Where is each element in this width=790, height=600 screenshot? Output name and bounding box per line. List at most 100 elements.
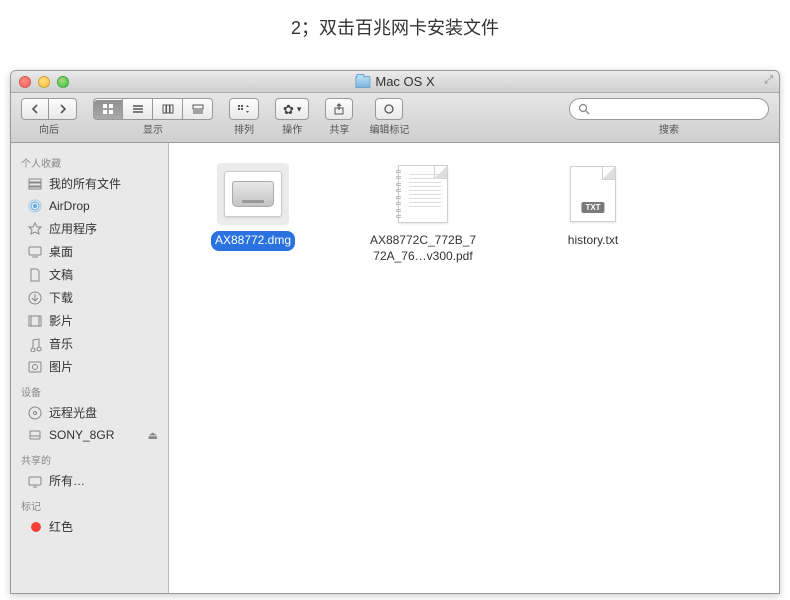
txt-badge: TXT bbox=[581, 202, 604, 213]
sidebar-item-label: SONY_8GR bbox=[49, 428, 114, 442]
downloads-icon bbox=[27, 290, 43, 306]
page-caption: 2；双击百兆网卡安装文件 bbox=[0, 0, 790, 56]
tag-red-icon bbox=[27, 519, 43, 535]
sidebar-section-title: 个人收藏 bbox=[11, 149, 168, 172]
view-coverflow-button[interactable] bbox=[183, 98, 213, 120]
sidebar-item-label: 影片 bbox=[49, 312, 73, 329]
sidebar-item-label: 下载 bbox=[49, 289, 73, 306]
txt-icon: TXT bbox=[570, 166, 616, 222]
sidebar-item-movies[interactable]: 影片 bbox=[11, 309, 168, 332]
file-item-pdf-file[interactable]: AX88772C_772B_772A_76…v300.pdf bbox=[363, 163, 483, 265]
file-name-label: history.txt bbox=[564, 231, 622, 251]
search-icon bbox=[578, 103, 590, 115]
sidebar-item-label: 图片 bbox=[49, 358, 73, 375]
remote-disc-icon bbox=[27, 405, 43, 421]
chevron-down-icon: ▾ bbox=[297, 105, 302, 114]
sidebar-item-desktop[interactable]: 桌面 bbox=[11, 240, 168, 263]
search-label: 搜索 bbox=[659, 121, 679, 136]
arrange-label: 排列 bbox=[234, 121, 254, 136]
applications-icon bbox=[27, 221, 43, 237]
sidebar-item-airdrop[interactable]: AirDrop bbox=[11, 195, 168, 217]
share-label: 共享 bbox=[329, 121, 349, 136]
pdf-icon bbox=[398, 165, 448, 223]
sidebar-item-all-my-files[interactable]: 我的所有文件 bbox=[11, 172, 168, 195]
all-my-files-icon bbox=[27, 176, 43, 192]
search-input[interactable] bbox=[595, 102, 760, 116]
view-list-button[interactable] bbox=[123, 98, 153, 120]
nav-label: 向后 bbox=[39, 121, 59, 136]
desktop-icon bbox=[27, 244, 43, 260]
zoom-icon[interactable] bbox=[57, 76, 69, 88]
sidebar-item-label: 红色 bbox=[49, 518, 73, 535]
view-icon-button[interactable] bbox=[93, 98, 123, 120]
search-box[interactable] bbox=[569, 98, 769, 120]
search-group: 搜索 bbox=[569, 98, 769, 136]
sidebar-item-all-shared[interactable]: 所有… bbox=[11, 469, 168, 492]
file-name-label: AX88772.dmg bbox=[211, 231, 295, 251]
window-title: Mac OS X bbox=[355, 74, 434, 89]
sidebar-item-tag-red[interactable]: 红色 bbox=[11, 515, 168, 538]
sidebar-section-title: 共享的 bbox=[11, 446, 168, 469]
movies-icon bbox=[27, 313, 43, 329]
folder-icon bbox=[355, 76, 370, 88]
sidebar-section-title: 设备 bbox=[11, 378, 168, 401]
tags-label: 编辑标记 bbox=[369, 121, 409, 136]
sidebar-item-label: 我的所有文件 bbox=[49, 175, 121, 192]
file-icon-wrap bbox=[387, 163, 459, 225]
tags-button[interactable] bbox=[375, 98, 403, 120]
tags-group: 编辑标记 bbox=[369, 98, 409, 136]
sidebar-item-label: 文稿 bbox=[49, 266, 73, 283]
file-icon-wrap: TXT bbox=[557, 163, 629, 225]
nav-group: 向后 bbox=[21, 98, 77, 136]
share-group: 共享 bbox=[325, 98, 353, 136]
gear-icon: ✿ bbox=[283, 103, 294, 116]
file-item-dmg-file[interactable]: AX88772.dmg bbox=[193, 163, 313, 251]
documents-icon bbox=[27, 267, 43, 283]
close-icon[interactable] bbox=[19, 76, 31, 88]
traffic-lights bbox=[19, 76, 69, 88]
sidebar-item-pictures[interactable]: 图片 bbox=[11, 355, 168, 378]
sidebar-item-sony-8gr[interactable]: SONY_8GR ⏏ bbox=[11, 424, 168, 446]
sidebar-item-music[interactable]: 音乐 bbox=[11, 332, 168, 355]
fullscreen-icon[interactable]: ⤢ bbox=[764, 74, 773, 87]
sidebar-item-label: 远程光盘 bbox=[49, 404, 97, 421]
toolbar: 向后 显示 bbox=[11, 93, 779, 143]
arrange-group: 排列 bbox=[229, 98, 259, 136]
music-icon bbox=[27, 336, 43, 352]
sidebar-item-label: 音乐 bbox=[49, 335, 73, 352]
back-button[interactable] bbox=[21, 98, 49, 120]
sidebar-item-downloads[interactable]: 下载 bbox=[11, 286, 168, 309]
sidebar-item-remote-disc[interactable]: 远程光盘 bbox=[11, 401, 168, 424]
file-icon-wrap bbox=[217, 163, 289, 225]
file-item-txt-file[interactable]: TXT history.txt bbox=[533, 163, 653, 251]
file-content-area[interactable]: AX88772.dmg AX88772C_772B_772A_76…v300.pd… bbox=[169, 143, 779, 593]
window-titlebar: Mac OS X ⤢ bbox=[11, 71, 779, 93]
airdrop-icon bbox=[27, 198, 43, 214]
sidebar-section-title: 标记 bbox=[11, 492, 168, 515]
view-label: 显示 bbox=[143, 121, 163, 136]
sidebar-item-label: 所有… bbox=[49, 472, 85, 489]
action-button[interactable]: ✿ ▾ bbox=[275, 98, 309, 120]
all-shared-icon bbox=[27, 473, 43, 489]
dmg-icon bbox=[224, 171, 282, 217]
arrange-button[interactable] bbox=[229, 98, 259, 120]
view-group: 显示 bbox=[93, 98, 213, 136]
share-button[interactable] bbox=[325, 98, 353, 120]
forward-button[interactable] bbox=[49, 98, 77, 120]
sidebar-item-label: 桌面 bbox=[49, 243, 73, 260]
finder-window: Mac OS X ⤢ 向后 bbox=[10, 70, 780, 594]
pictures-icon bbox=[27, 359, 43, 375]
sidebar-item-applications[interactable]: 应用程序 bbox=[11, 217, 168, 240]
sidebar-item-label: AirDrop bbox=[49, 199, 90, 213]
sony-8gr-icon bbox=[27, 427, 43, 443]
view-column-button[interactable] bbox=[153, 98, 183, 120]
body-area: 个人收藏我的所有文件 AirDrop 应用程序桌面文稿下载影片音乐图片设备远程光盘 S… bbox=[11, 143, 779, 593]
action-group: ✿ ▾ 操作 bbox=[275, 98, 309, 136]
minimize-icon[interactable] bbox=[38, 76, 50, 88]
sidebar: 个人收藏我的所有文件 AirDrop 应用程序桌面文稿下载影片音乐图片设备远程光盘 S… bbox=[11, 143, 169, 593]
eject-icon[interactable]: ⏏ bbox=[148, 429, 158, 442]
file-name-label: AX88772C_772B_772A_76…v300.pdf bbox=[363, 231, 483, 265]
action-label: 操作 bbox=[282, 121, 302, 136]
window-title-text: Mac OS X bbox=[375, 74, 434, 89]
sidebar-item-documents[interactable]: 文稿 bbox=[11, 263, 168, 286]
